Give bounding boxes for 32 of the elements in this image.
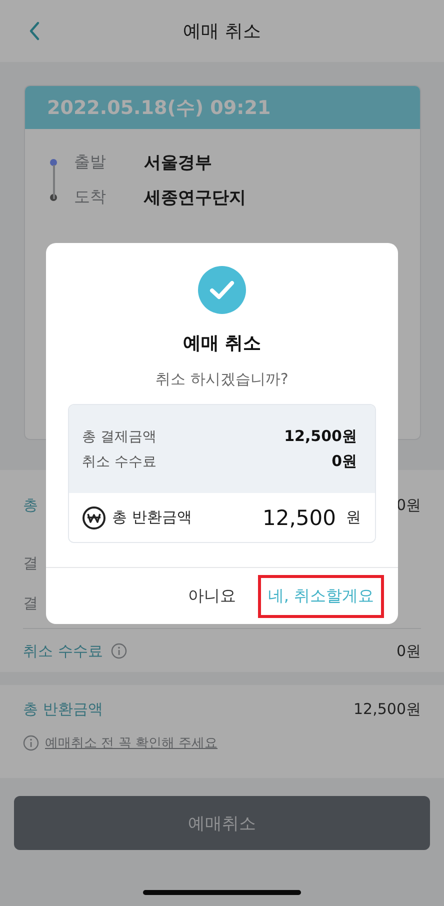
won-icon xyxy=(82,506,106,530)
route-label: 출발 xyxy=(74,152,107,173)
check-icon xyxy=(198,266,246,314)
summary-value: 12,500원 xyxy=(284,427,357,446)
decline-button[interactable]: 아니요 xyxy=(178,574,246,618)
detail-label: 결 xyxy=(23,594,38,612)
summary-label: 취소 수수료 xyxy=(82,452,156,470)
confirm-button[interactable]: 네, 취소할게요 xyxy=(258,574,384,618)
route-place: 세종연구단지 xyxy=(144,187,246,209)
detail-label: 결 xyxy=(23,554,38,572)
total-label: 총 반환금액 xyxy=(112,508,193,527)
dialog-message: 취소 하시겠습니까? xyxy=(156,369,288,390)
route-line xyxy=(53,165,54,199)
refund-value: 12,500원 xyxy=(354,700,421,718)
fee-value: 0원 xyxy=(396,642,421,660)
fee-label: 취소 수수료 xyxy=(23,642,103,660)
detail-value: 0원 xyxy=(396,496,421,514)
page-title: 예매 취소 xyxy=(183,20,261,43)
route-place: 서울경부 xyxy=(144,152,212,174)
back-icon[interactable] xyxy=(28,21,41,41)
detail-label: 총 xyxy=(23,496,38,514)
notice-link[interactable]: 예매취소 전 꼭 확인해 주세요 xyxy=(45,734,218,752)
total-amount: 12,500 xyxy=(262,506,336,530)
total-unit: 원 xyxy=(346,508,361,527)
summary-value: 0원 xyxy=(332,452,357,471)
route-label: 도착 xyxy=(74,187,107,208)
info-icon xyxy=(23,735,39,751)
ticket-date: 2022.05.18(수) 09:21 xyxy=(25,86,420,129)
refund-label: 총 반환금액 xyxy=(23,700,103,718)
info-icon[interactable] xyxy=(110,643,127,659)
summary-label: 총 결제금액 xyxy=(82,428,156,446)
dialog-title: 예매 취소 xyxy=(182,332,262,356)
